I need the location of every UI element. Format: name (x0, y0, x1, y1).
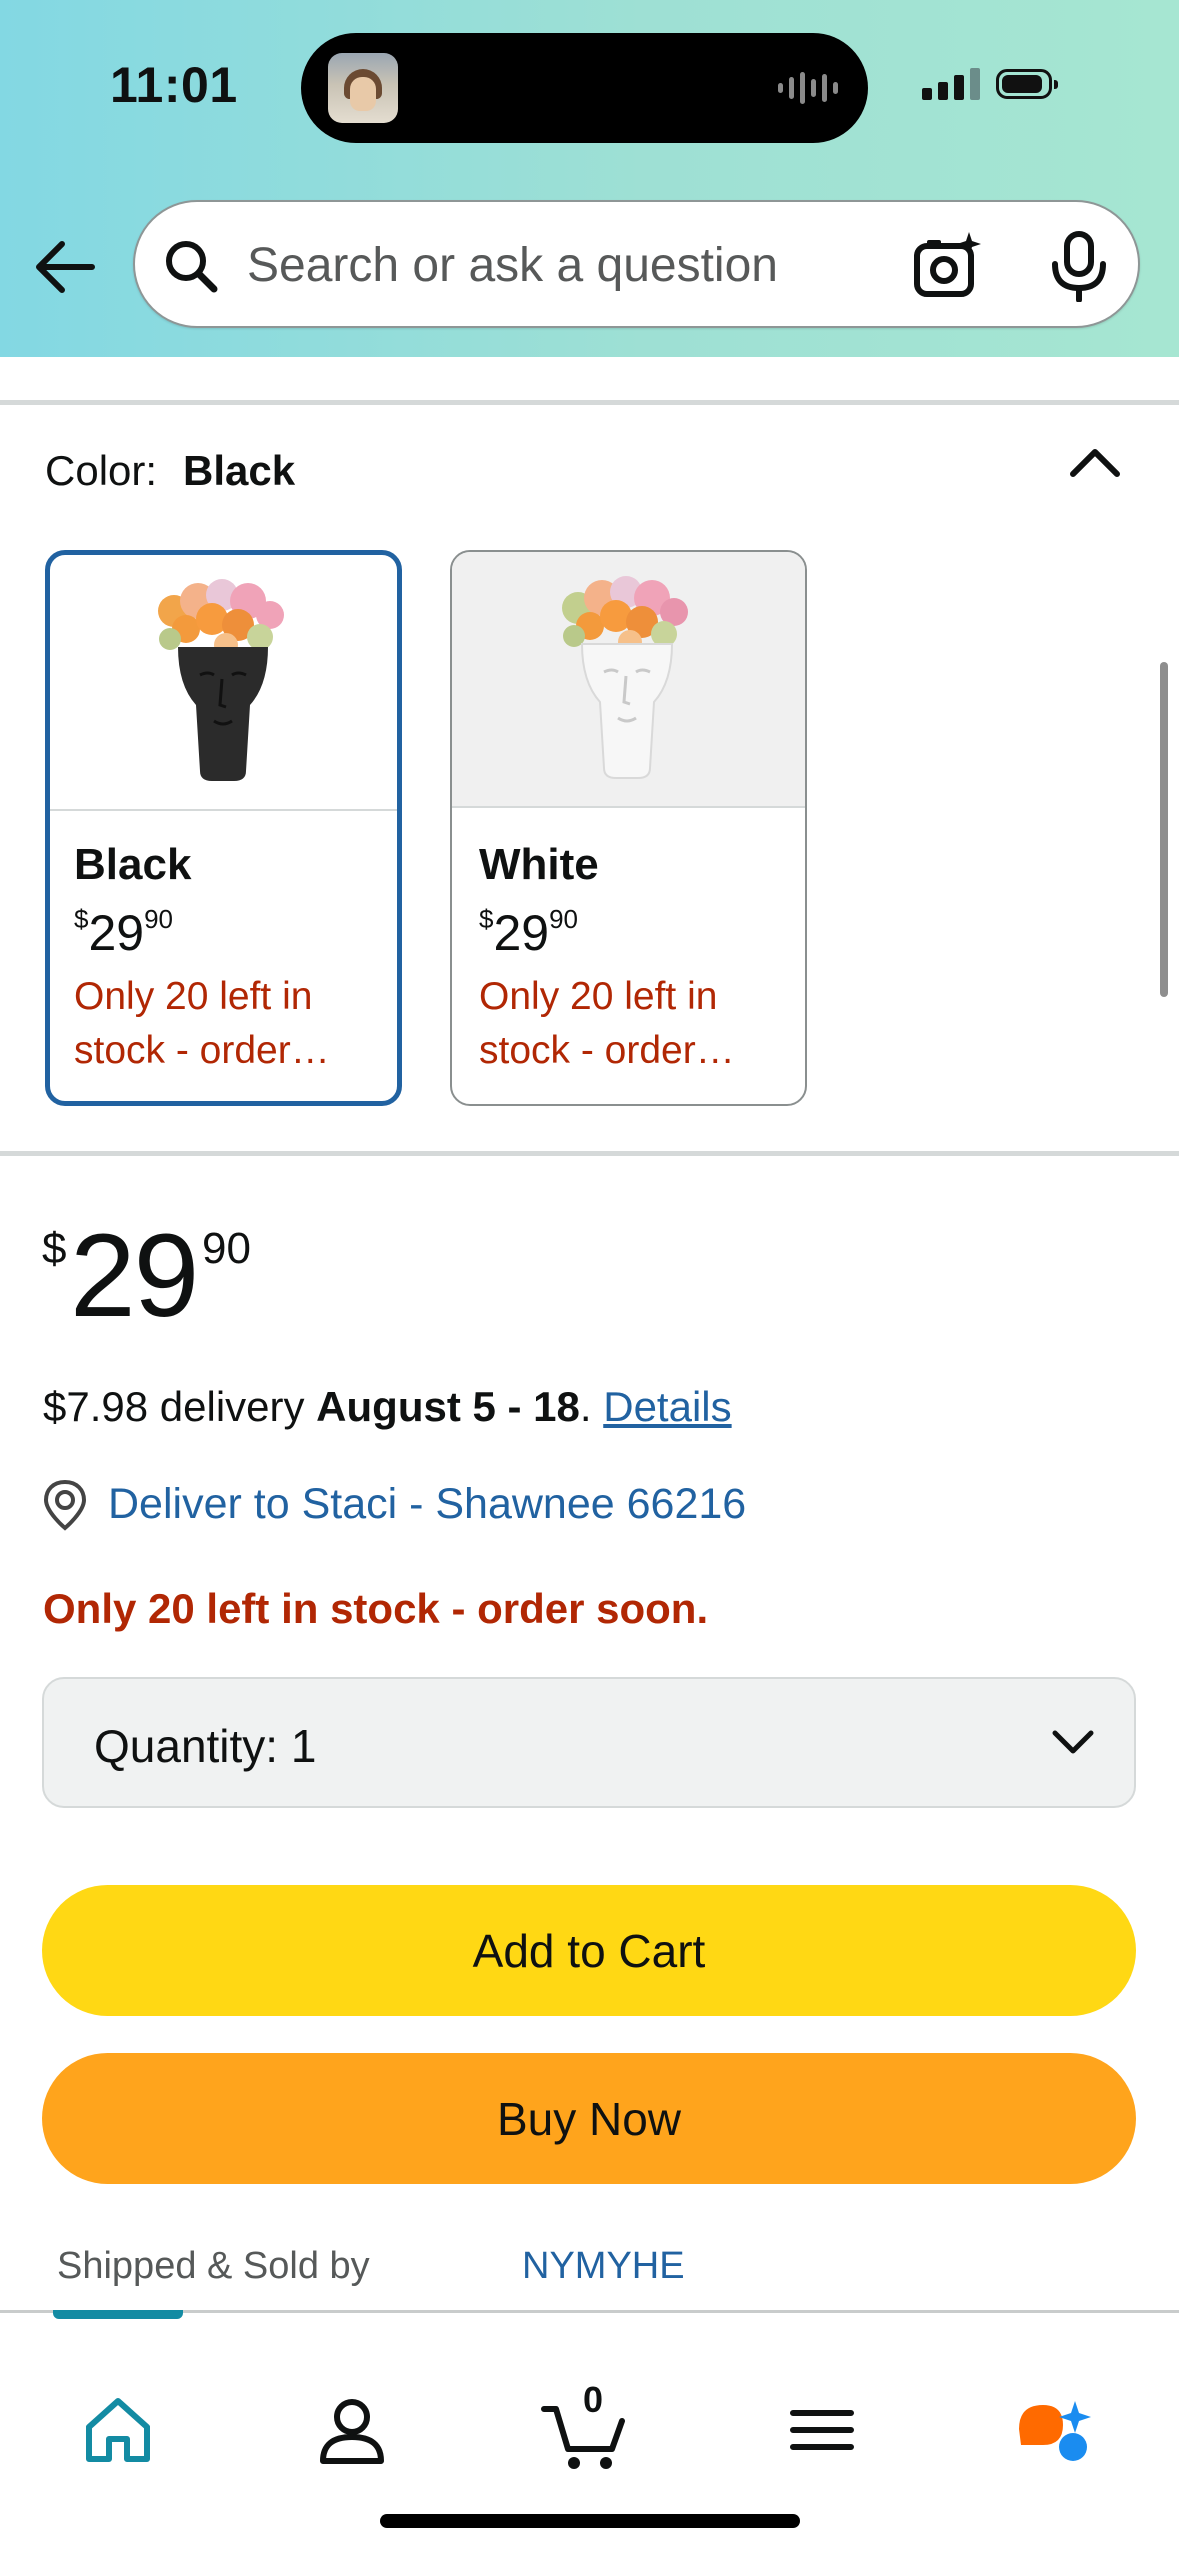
status-time: 11:01 (110, 57, 238, 113)
delivery-details-link[interactable]: Details (603, 1383, 731, 1430)
nav-menu[interactable] (777, 2385, 867, 2475)
search-bar[interactable] (133, 200, 1140, 328)
chevron-up-icon[interactable] (1065, 440, 1125, 484)
quantity-value: 1 (290, 1720, 317, 1772)
nav-rufus-ai[interactable] (1013, 2385, 1103, 2475)
search-icon (166, 241, 218, 293)
cellular-signal-icon (922, 68, 980, 100)
nav-home[interactable] (73, 2385, 163, 2475)
color-selected-value: Black (183, 447, 296, 494)
cart-count-badge: 0 (582, 2379, 604, 2420)
product-image-black-vase (50, 555, 397, 811)
buy-now-button[interactable]: Buy Now (42, 2053, 1136, 2184)
color-option-white[interactable]: White $2990 Only 20 left in stock - orde… (450, 550, 807, 1106)
delivery-fee: $7.98 delivery (43, 1383, 305, 1430)
camera-sparkle-icon[interactable] (911, 230, 983, 302)
add-to-cart-button[interactable]: Add to Cart (42, 1885, 1136, 2016)
scrollbar[interactable] (1160, 662, 1168, 997)
battery-icon (996, 69, 1058, 99)
location-pin-icon (43, 1479, 87, 1531)
nav-cart[interactable]: 0 (540, 2379, 630, 2475)
color-option-stock: Only 20 left in stock - order… (74, 975, 330, 1072)
microphone-icon[interactable] (1045, 230, 1113, 302)
delivery-dates: August 5 - 18 (316, 1383, 580, 1430)
section-divider (0, 1151, 1179, 1156)
nav-active-indicator (53, 2310, 183, 2319)
home-indicator[interactable] (380, 2514, 800, 2528)
color-label: Color: (45, 447, 158, 494)
now-playing-artwork[interactable] (328, 53, 398, 123)
app-header: 11:01 (0, 0, 1179, 357)
stock-message: Only 20 left in stock - order soon. (43, 1585, 709, 1632)
deliver-to-link[interactable]: Deliver to Staci - Shawnee 66216 (108, 1480, 746, 1529)
color-option-black[interactable]: Black $2990 Only 20 left in stock - orde… (45, 550, 402, 1106)
quantity-label: Quantity: 1 (94, 1720, 317, 1772)
quantity-dropdown[interactable]: Quantity: 1 (42, 1677, 1136, 1808)
color-option-name: Black (74, 840, 192, 889)
account-icon (320, 2399, 384, 2464)
home-icon (86, 2398, 150, 2462)
delivery-info: $7.98 delivery August 5 - 18. Details (43, 1383, 732, 1430)
back-button[interactable] (30, 232, 100, 302)
product-image-white-vase (452, 552, 805, 808)
menu-icon (790, 2410, 854, 2450)
arrow-left-icon (36, 241, 95, 293)
section-divider (0, 400, 1179, 405)
rufus-ai-icon (1019, 2401, 1091, 2461)
dynamic-island[interactable] (301, 33, 868, 143)
chevron-down-icon (1052, 1730, 1094, 1754)
audio-waveform-icon (778, 71, 838, 105)
color-selector-label: Color: Black (45, 447, 295, 495)
color-option-price: $2990 (74, 904, 174, 961)
search-input[interactable] (247, 226, 1007, 304)
seller-link[interactable]: NYMYHE (522, 2245, 685, 2288)
nav-account[interactable] (307, 2385, 397, 2475)
color-option-stock: Only 20 left in stock - order… (479, 975, 735, 1072)
shipped-sold-by-label: Shipped & Sold by (57, 2245, 370, 2287)
color-option-price: $2990 (479, 904, 579, 961)
color-option-name: White (479, 840, 599, 889)
